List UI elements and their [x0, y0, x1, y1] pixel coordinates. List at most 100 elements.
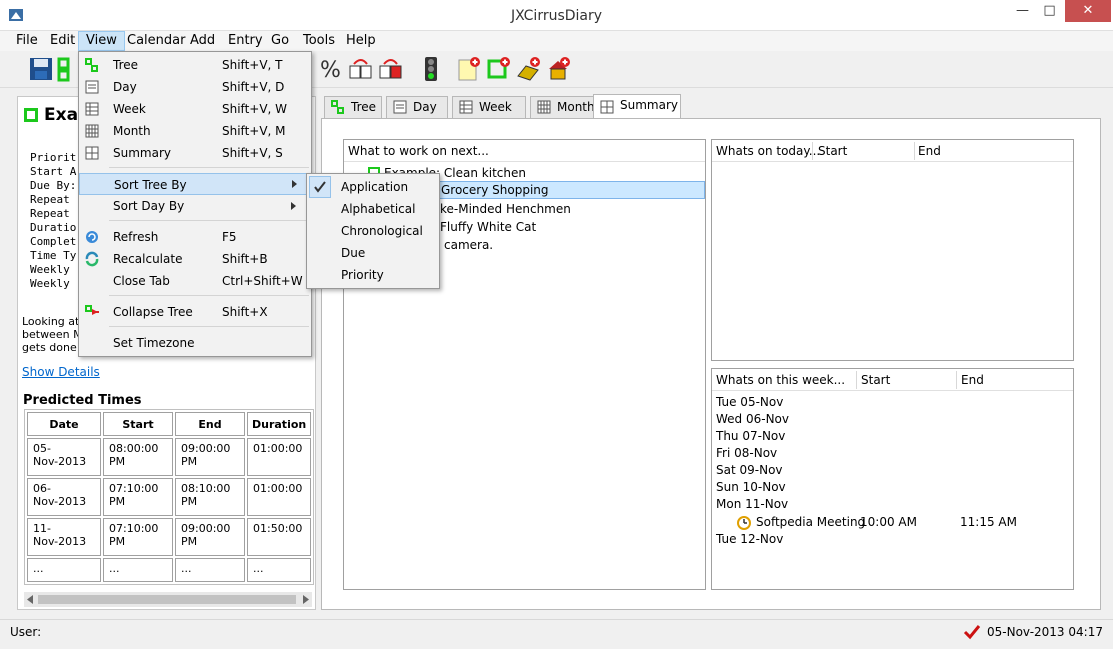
menu-item-collapse-tree[interactable]: Collapse Tree Shift+X	[79, 301, 311, 323]
day-row: Wed 06-Nov	[716, 412, 789, 426]
menu-separator	[109, 167, 309, 168]
menu-edit[interactable]: Edit	[43, 31, 82, 51]
list-item[interactable]: ke-Minded Henchmen	[440, 202, 571, 216]
tab-tree[interactable]: Tree	[324, 96, 382, 118]
menu-item-recalculate[interactable]: Recalculate Shift+B	[79, 248, 311, 270]
percent-icon[interactable]: %	[318, 56, 344, 82]
table-row: ... ... ... ...	[27, 558, 312, 582]
list-item[interactable]: Fluffy White Cat	[440, 220, 536, 234]
day-icon	[85, 80, 99, 94]
move-icon[interactable]	[348, 56, 374, 82]
refresh-icon	[86, 231, 98, 243]
menu-item-refresh[interactable]: Refresh F5	[79, 226, 311, 248]
column-header: Date	[27, 412, 101, 436]
menu-add[interactable]: Add	[183, 31, 222, 51]
menu-view[interactable]: View	[78, 31, 125, 51]
scroll-left-icon[interactable]	[26, 595, 34, 604]
table-cell: 01:50:00	[247, 518, 312, 556]
menu-item-month[interactable]: Month Shift+V, M	[79, 120, 311, 142]
menu-item-label: Chronological	[341, 224, 423, 238]
sort-option-chronological[interactable]: Chronological	[307, 220, 439, 242]
tab-summary[interactable]: Summary	[593, 94, 681, 118]
column-divider	[914, 142, 915, 160]
menu-item-close-tab[interactable]: Close Tab Ctrl+Shift+W	[79, 270, 311, 292]
sort-option-alphabetical[interactable]: Alphabetical	[307, 198, 439, 220]
menu-help[interactable]: Help	[339, 31, 383, 51]
menu-item-set-timezone[interactable]: Set Timezone	[79, 332, 311, 354]
list-item[interactable]: camera.	[444, 238, 493, 252]
menu-file[interactable]: File	[9, 31, 45, 51]
table-cell: 08:10:00 PM	[175, 478, 245, 516]
menu-item-label: Month	[113, 124, 151, 138]
minimize-button[interactable]: —	[1009, 0, 1036, 22]
menu-entry[interactable]: Entry	[221, 31, 270, 51]
menu-calendar[interactable]: Calendar	[120, 31, 192, 51]
menu-tools[interactable]: Tools	[296, 31, 342, 51]
entry-title-text: Exa	[44, 105, 79, 125]
menu-item-shortcut: Shift+V, M	[222, 124, 286, 138]
traffic-light-icon[interactable]	[418, 56, 444, 82]
table-cell: 01:00:00	[247, 478, 312, 516]
field-label: Time Ty	[30, 249, 77, 262]
today-list[interactable]: Whats on today... Start End	[711, 139, 1074, 361]
event-start: 10:00 AM	[860, 515, 917, 529]
field-label: Complet	[30, 235, 77, 248]
table-cell: ...	[175, 558, 245, 582]
header-label: Start	[861, 373, 891, 387]
tab-day[interactable]: Day	[386, 96, 448, 118]
table-row: 11- Nov-2013 07:10:00 PM 09:00:00 PM 01:…	[27, 518, 312, 556]
header-label: End	[961, 373, 984, 387]
save-icon[interactable]	[28, 56, 54, 82]
menu-item-shortcut: Shift+V, W	[222, 102, 288, 116]
maximize-button[interactable]: □	[1036, 0, 1063, 22]
table-row: 06- Nov-2013 07:10:00 PM 08:10:00 PM 01:…	[27, 478, 312, 516]
sort-option-application[interactable]: Application	[307, 176, 439, 198]
menu-item-label: Application	[341, 180, 409, 194]
menu-item-tree[interactable]: Tree Shift+V, T	[79, 54, 311, 76]
header-label: End	[918, 144, 941, 158]
menu-item-sort-tree-by[interactable]: Sort Tree By	[79, 173, 311, 195]
week-header: Whats on this week... Start End	[712, 369, 1073, 391]
week-list[interactable]: Whats on this week... Start End Tue 05-N…	[711, 368, 1074, 590]
menu-go[interactable]: Go	[264, 31, 296, 51]
clock-icon	[737, 516, 751, 530]
menu-item-week[interactable]: Week Shift+V, W	[79, 98, 311, 120]
add-note-icon[interactable]	[456, 56, 482, 82]
menu-item-summary[interactable]: Summary Shift+V, S	[79, 142, 311, 164]
tab-label: Day	[413, 100, 437, 114]
event-row[interactable]: Softpedia Meeting 10:00 AM 11:15 AM	[736, 514, 1066, 531]
tab-label: Tree	[351, 100, 377, 114]
entry-title: Exa	[24, 105, 78, 125]
menu-separator	[109, 220, 309, 221]
sort-option-due[interactable]: Due	[307, 242, 439, 264]
menu-item-day[interactable]: Day Shift+V, D	[79, 76, 311, 98]
column-header: Start	[103, 412, 173, 436]
scroll-thumb[interactable]	[38, 595, 296, 604]
predicted-times-title: Predicted Times	[23, 393, 142, 408]
table-cell: 11- Nov-2013	[27, 518, 101, 556]
tab-label: Week	[479, 100, 512, 114]
menu-item-sort-day-by[interactable]: Sort Day By	[79, 195, 311, 217]
table-row: 05- Nov-2013 08:00:00 PM 09:00:00 PM 01:…	[27, 438, 312, 476]
sort-option-priority[interactable]: Priority	[307, 264, 439, 286]
add-book-icon[interactable]	[516, 56, 542, 82]
column-header: Duration	[247, 412, 312, 436]
day-row: Sun 10-Nov	[716, 480, 786, 494]
menu-item-label: Set Timezone	[113, 336, 195, 350]
add-task-icon[interactable]	[486, 56, 512, 82]
field-label: Due By:	[30, 179, 77, 192]
menu-item-shortcut: Shift+V, T	[222, 58, 283, 72]
svg-text:%: %	[320, 58, 341, 82]
tab-week[interactable]: Week	[452, 96, 526, 118]
show-details-link[interactable]: Show Details	[22, 365, 100, 379]
scroll-right-icon[interactable]	[302, 595, 310, 604]
menu-bar: File Edit View Calendar Add Entry Go Too…	[0, 31, 1113, 51]
table-cell: 05- Nov-2013	[27, 438, 101, 476]
horizontal-scrollbar[interactable]	[24, 592, 312, 607]
close-button[interactable]: ✕	[1065, 0, 1111, 22]
tab-label: Month	[557, 100, 595, 114]
swap-icon[interactable]	[378, 56, 404, 82]
menu-item-label: Due	[341, 246, 366, 260]
menu-item-label: Summary	[113, 146, 171, 160]
add-home-icon[interactable]	[546, 56, 572, 82]
